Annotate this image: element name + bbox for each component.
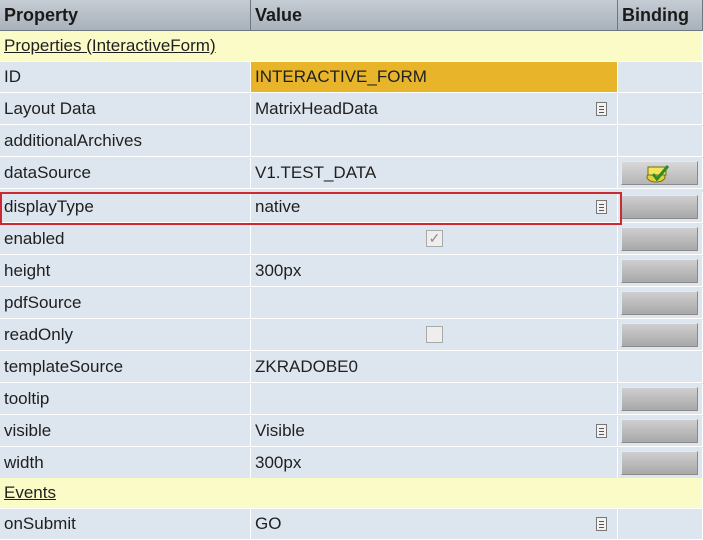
property-row-display-type[interactable]: displayType native bbox=[0, 192, 703, 223]
binding-cell bbox=[618, 158, 703, 189]
property-row-id[interactable]: ID INTERACTIVE_FORM bbox=[0, 62, 703, 93]
binding-cell bbox=[618, 320, 703, 351]
checkbox-icon[interactable] bbox=[426, 326, 443, 343]
property-name: tooltip bbox=[0, 384, 251, 415]
property-row-pdf-source[interactable]: pdfSource bbox=[0, 288, 703, 319]
property-value-dropdown[interactable]: MatrixHeadData bbox=[251, 94, 618, 125]
property-name: additionalArchives bbox=[0, 126, 251, 157]
binding-button[interactable] bbox=[621, 291, 698, 315]
property-value-cell: ✓ bbox=[251, 224, 618, 255]
property-value-dropdown[interactable]: Visible bbox=[251, 416, 618, 447]
property-name: visible bbox=[0, 416, 251, 447]
column-header-property[interactable]: Property bbox=[0, 0, 251, 31]
binding-cell bbox=[618, 192, 703, 223]
property-name: pdfSource bbox=[0, 288, 251, 319]
binding-button[interactable] bbox=[621, 195, 698, 219]
binding-button[interactable] bbox=[621, 387, 698, 411]
value-help-icon[interactable] bbox=[596, 517, 607, 531]
property-value-input[interactable]: 300px bbox=[251, 448, 618, 479]
property-row-additional-archives[interactable]: additionalArchives bbox=[0, 126, 703, 157]
bound-binding-icon bbox=[646, 165, 670, 183]
binding-button[interactable] bbox=[621, 323, 698, 347]
binding-cell bbox=[618, 448, 703, 479]
binding-cell bbox=[618, 126, 703, 157]
property-value-dropdown[interactable]: GO bbox=[251, 509, 618, 540]
property-name: height bbox=[0, 256, 251, 287]
property-row-visible[interactable]: visible Visible bbox=[0, 416, 703, 447]
binding-button[interactable] bbox=[621, 259, 698, 283]
property-value-input[interactable] bbox=[251, 384, 618, 415]
column-header-value[interactable]: Value bbox=[251, 0, 618, 31]
property-value-input[interactable]: V1.TEST_DATA bbox=[251, 158, 618, 189]
property-name: displayType bbox=[0, 192, 251, 223]
property-name: readOnly bbox=[0, 320, 251, 351]
column-header-binding[interactable]: Binding bbox=[618, 0, 703, 31]
property-value-input[interactable]: INTERACTIVE_FORM bbox=[251, 62, 618, 93]
property-row-enabled[interactable]: enabled ✓ bbox=[0, 224, 703, 255]
binding-cell bbox=[618, 384, 703, 415]
property-row-tooltip[interactable]: tooltip bbox=[0, 384, 703, 415]
property-value-cell bbox=[251, 320, 618, 351]
property-row-data-source[interactable]: dataSource V1.TEST_DATA bbox=[0, 158, 703, 189]
binding-cell bbox=[618, 256, 703, 287]
group-row-properties: Properties (InteractiveForm) bbox=[0, 31, 703, 62]
property-name: width bbox=[0, 448, 251, 479]
property-name: onSubmit bbox=[0, 509, 251, 540]
property-value-input[interactable] bbox=[251, 288, 618, 319]
property-row-layout-data[interactable]: Layout Data MatrixHeadData bbox=[0, 94, 703, 125]
value-help-icon[interactable] bbox=[596, 200, 607, 214]
property-value-input[interactable]: ZKRADOBE0 bbox=[251, 352, 618, 383]
value-help-icon[interactable] bbox=[596, 102, 607, 116]
binding-cell bbox=[618, 509, 703, 540]
group-row-events: Events bbox=[0, 478, 703, 509]
binding-cell bbox=[618, 94, 703, 125]
property-row-read-only[interactable]: readOnly bbox=[0, 320, 703, 351]
binding-button[interactable] bbox=[621, 161, 698, 185]
binding-button[interactable] bbox=[621, 227, 698, 251]
property-value-dropdown[interactable]: native bbox=[251, 192, 618, 223]
binding-button[interactable] bbox=[621, 419, 698, 443]
binding-cell bbox=[618, 62, 703, 93]
property-value-input[interactable] bbox=[251, 126, 618, 157]
property-value-input[interactable]: 300px bbox=[251, 256, 618, 287]
property-row-template-source[interactable]: templateSource ZKRADOBE0 bbox=[0, 352, 703, 383]
binding-cell bbox=[618, 416, 703, 447]
event-row-on-submit[interactable]: onSubmit GO bbox=[0, 509, 703, 540]
value-help-icon[interactable] bbox=[596, 424, 607, 438]
property-editor-grid: Property Value Binding Properties (Inter… bbox=[0, 0, 703, 540]
header-row: Property Value Binding bbox=[0, 0, 703, 31]
property-value: native bbox=[255, 197, 301, 216]
property-name: dataSource bbox=[0, 158, 251, 189]
binding-cell bbox=[618, 224, 703, 255]
binding-cell bbox=[618, 352, 703, 383]
binding-cell bbox=[618, 288, 703, 319]
property-value: MatrixHeadData bbox=[255, 99, 378, 118]
property-name: Layout Data bbox=[0, 94, 251, 125]
property-name: ID bbox=[0, 62, 251, 93]
checkbox-icon[interactable]: ✓ bbox=[426, 230, 443, 247]
property-name: templateSource bbox=[0, 352, 251, 383]
property-value: Visible bbox=[255, 421, 305, 440]
binding-button[interactable] bbox=[621, 451, 698, 475]
property-value: GO bbox=[255, 514, 282, 533]
property-row-height[interactable]: height 300px bbox=[0, 256, 703, 287]
property-row-width[interactable]: width 300px bbox=[0, 448, 703, 479]
group-label-events[interactable]: Events bbox=[0, 478, 703, 509]
group-label-properties[interactable]: Properties (InteractiveForm) bbox=[0, 31, 703, 62]
property-name: enabled bbox=[0, 224, 251, 255]
